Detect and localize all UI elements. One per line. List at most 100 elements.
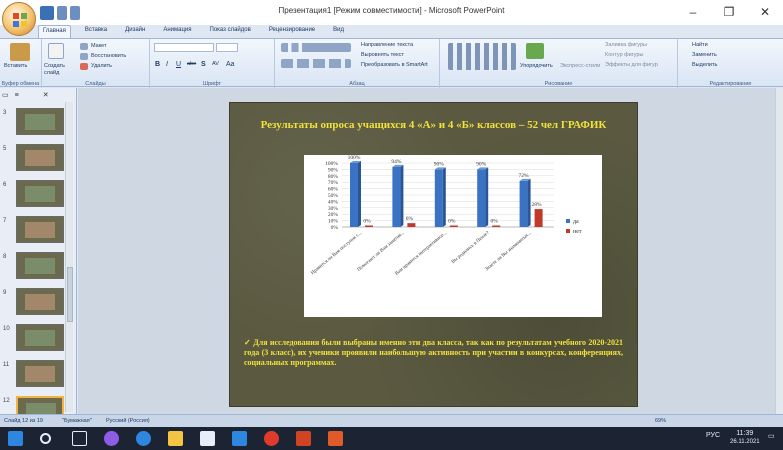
slide-body-text[interactable]: ✓ Для исследования были выбраны именно э… bbox=[244, 338, 623, 368]
align-text-button[interactable]: Выровнять текст bbox=[361, 52, 404, 58]
close-pane-icon[interactable]: ✕ bbox=[43, 91, 49, 99]
bar-да bbox=[350, 163, 358, 227]
category-label: Знаете ли Вы знаменитых... bbox=[484, 231, 532, 273]
tab-view[interactable]: Вид bbox=[329, 25, 348, 38]
underline-button[interactable]: U bbox=[176, 61, 181, 68]
slide-thumbnail[interactable] bbox=[16, 144, 64, 171]
slide-thumbnail[interactable] bbox=[16, 288, 64, 315]
text-direction-button[interactable]: Направление текста bbox=[361, 42, 413, 48]
tab-design[interactable]: Дизайн bbox=[121, 25, 149, 38]
cortana-icon[interactable] bbox=[104, 431, 119, 446]
slide-thumbnail[interactable] bbox=[16, 216, 64, 243]
slide-title[interactable]: Результаты опроса учащихся 4 «А» и 4 «Б»… bbox=[240, 118, 627, 132]
tab-insert[interactable]: Вставка bbox=[81, 25, 111, 38]
paste-button[interactable]: Вставить bbox=[4, 63, 27, 69]
shape-fill-button[interactable]: Заливка фигуры bbox=[605, 42, 647, 48]
task-view-icon[interactable] bbox=[72, 431, 87, 446]
scrollbar-thumb[interactable] bbox=[67, 267, 73, 322]
legend-label: да bbox=[573, 219, 579, 225]
zoom-level[interactable]: 69% bbox=[655, 418, 666, 424]
bar-да bbox=[519, 180, 528, 227]
explorer-icon[interactable] bbox=[168, 431, 183, 446]
shapes-gallery[interactable] bbox=[448, 43, 516, 70]
font-name-input[interactable] bbox=[154, 43, 214, 52]
slide-thumb-number: 6 bbox=[3, 182, 7, 188]
language-indicator[interactable]: Русский (Россия) bbox=[106, 418, 150, 424]
delete-button[interactable]: Удалить bbox=[91, 63, 112, 69]
outline-tab-icon[interactable]: ≡ bbox=[15, 92, 19, 99]
keyboard-language[interactable]: РУС bbox=[706, 432, 720, 439]
y-tick-label: 40% bbox=[328, 199, 339, 205]
find-button[interactable]: Найти bbox=[692, 42, 708, 48]
notifications-icon[interactable]: ▭ bbox=[768, 432, 775, 440]
status-bar: Слайд 12 из 19 "Бумажная" Русский (Росси… bbox=[0, 414, 783, 427]
new-slide-icon[interactable] bbox=[48, 43, 64, 59]
tab-review[interactable]: Рецензирование bbox=[265, 25, 319, 38]
bar-нет bbox=[534, 209, 543, 227]
clock[interactable]: 11:39 26.11.2021 bbox=[730, 429, 760, 447]
delete-icon bbox=[80, 63, 88, 70]
y-tick-label: 20% bbox=[328, 212, 339, 218]
maximize-button[interactable]: ❐ bbox=[711, 0, 747, 24]
layout-button[interactable]: Макет bbox=[91, 43, 107, 49]
store-icon[interactable] bbox=[200, 431, 215, 446]
slides-group-label: Слайды bbox=[85, 81, 106, 87]
powerpoint-icon[interactable] bbox=[296, 431, 311, 446]
group-font: B I U abe S AV Aa Шрифт bbox=[150, 39, 275, 88]
slide-thumb-image bbox=[25, 258, 55, 274]
reset-icon bbox=[80, 53, 88, 60]
case-button[interactable]: Aa bbox=[226, 61, 235, 68]
minimize-button[interactable]: – bbox=[675, 0, 711, 24]
slide-thumb-image bbox=[25, 150, 55, 166]
font-group-label: Шрифт bbox=[202, 81, 222, 87]
office-button[interactable] bbox=[2, 2, 36, 36]
slide-thumbnail[interactable] bbox=[16, 252, 64, 279]
slide-thumbnail[interactable] bbox=[16, 360, 64, 387]
replace-button[interactable]: Заменить bbox=[692, 52, 717, 58]
font-size-input[interactable] bbox=[216, 43, 238, 52]
list-buttons-icon[interactable] bbox=[281, 43, 351, 52]
powerpoint-taskbar-icon[interactable] bbox=[328, 431, 343, 446]
select-button[interactable]: Выделить bbox=[692, 62, 717, 68]
slides-tab-icon[interactable]: ▭ bbox=[2, 91, 9, 99]
paste-icon[interactable] bbox=[10, 43, 30, 61]
data-label: 6% bbox=[406, 216, 414, 222]
slide-thumbnail[interactable] bbox=[16, 324, 64, 351]
arrange-icon[interactable] bbox=[526, 43, 544, 59]
edge-icon[interactable] bbox=[136, 431, 151, 446]
arrange-button[interactable]: Упорядочить bbox=[520, 63, 553, 69]
bar-да bbox=[434, 169, 443, 227]
tab-slideshow[interactable]: Показ слайдов bbox=[206, 25, 255, 38]
reset-button[interactable]: Восстановить bbox=[91, 53, 126, 59]
search-icon[interactable] bbox=[40, 433, 51, 444]
slide-canvas: Результаты опроса учащихся 4 «А» и 4 «Б»… bbox=[78, 88, 783, 414]
current-slide[interactable]: Результаты опроса учащихся 4 «А» и 4 «Б»… bbox=[230, 103, 637, 406]
mail-icon[interactable] bbox=[232, 431, 247, 446]
slides-pane-scrollbar[interactable] bbox=[65, 102, 73, 412]
start-icon[interactable] bbox=[8, 431, 23, 446]
y-tick-label: 10% bbox=[328, 219, 339, 225]
smartart-button[interactable]: Преобразовать в SmartArt bbox=[361, 62, 428, 68]
tab-animation[interactable]: Анимация bbox=[159, 25, 195, 38]
shape-outline-button[interactable]: Контур фигуры bbox=[605, 52, 643, 58]
bar-нет bbox=[365, 225, 373, 227]
chart[interactable]: 0% 10% 20% 30% 40% 50% 60% 70% 80% 90% 100% 100% 0% Н… bbox=[304, 155, 602, 317]
slide-thumbnail[interactable] bbox=[16, 180, 64, 207]
close-button[interactable]: ✕ bbox=[747, 0, 783, 24]
quick-styles-button[interactable]: Экспресс-стили bbox=[560, 63, 600, 69]
strike-button[interactable]: abe bbox=[187, 61, 196, 67]
slide-thumb-number: 12 bbox=[3, 398, 10, 404]
shape-effects-button[interactable]: Эффекты для фигур bbox=[605, 62, 658, 68]
slide-thumbnail[interactable] bbox=[16, 108, 64, 135]
y-tick-label: 0% bbox=[331, 225, 339, 231]
italic-button[interactable]: I bbox=[166, 61, 168, 68]
canvas-scrollbar[interactable] bbox=[775, 88, 783, 414]
shadow-button[interactable]: S bbox=[201, 61, 206, 68]
bold-button[interactable]: B bbox=[155, 61, 160, 68]
align-buttons-icon[interactable] bbox=[281, 59, 351, 68]
tab-home[interactable]: Главная bbox=[38, 25, 71, 38]
spacing-button[interactable]: AV bbox=[212, 61, 219, 67]
bar-side bbox=[527, 178, 531, 227]
new-slide-button[interactable]: Создать слайд bbox=[44, 63, 74, 77]
opera-icon[interactable] bbox=[264, 431, 279, 446]
